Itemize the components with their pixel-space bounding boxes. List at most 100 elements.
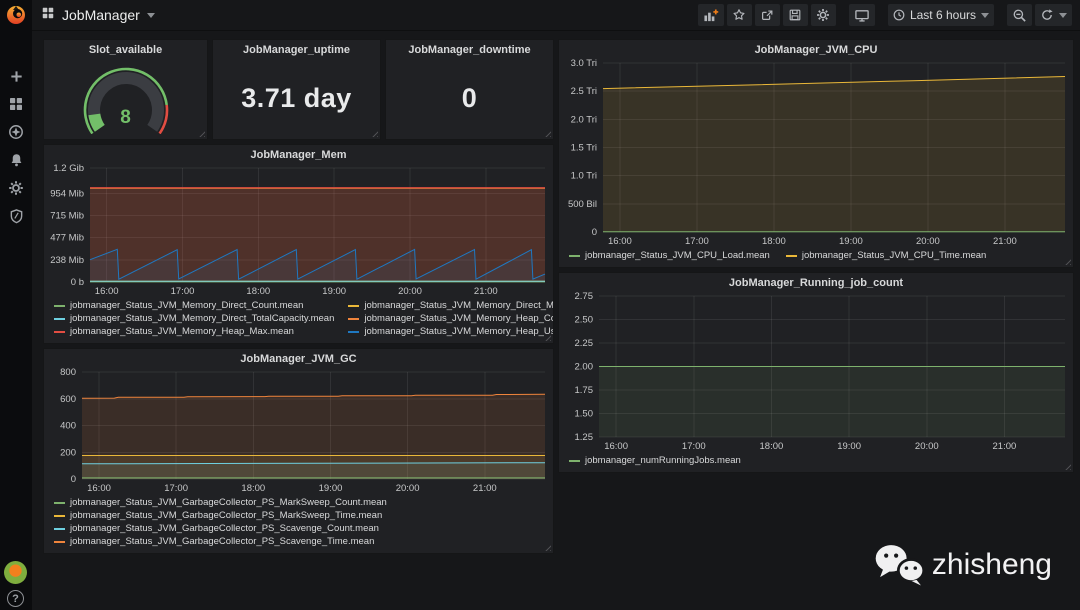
panel-jvm-cpu: JobManager_JVM_CPU 0 500 Bil 1.0 Tri 1.5 Tr…: [559, 40, 1073, 267]
svg-text:3.0 Tri: 3.0 Tri: [571, 58, 597, 69]
legend-item[interactable]: jobmanager_numRunningJobs.mean: [569, 454, 741, 467]
svg-text:21:00: 21:00: [474, 286, 498, 297]
svg-text:18:00: 18:00: [760, 441, 784, 452]
dashboard-title[interactable]: JobManager: [62, 7, 140, 23]
svg-text:715 Mib: 715 Mib: [50, 211, 84, 222]
svg-text:21:00: 21:00: [473, 483, 497, 494]
svg-text:17:00: 17:00: [171, 286, 195, 297]
legend-item[interactable]: jobmanager_Status_JVM_Memory_Direct_Coun…: [54, 299, 334, 312]
jobmanager-mem-chart[interactable]: 0 b 238 Mib 477 Mib 715 Mib 954 Mib 1.2 Gib 16…: [44, 162, 553, 297]
svg-text:19:00: 19:00: [837, 441, 861, 452]
cycle-view-mode-button[interactable]: [848, 4, 875, 26]
running-job-count-chart[interactable]: 1.25 1.50 1.75 2.00 2.25 2.50 2.75 16:00 17:00 18…: [559, 290, 1073, 452]
panel-title[interactable]: JobManager_Running_job_count: [559, 273, 1073, 290]
series-color-dash: [348, 330, 360, 333]
alerting-bell-icon[interactable]: [7, 152, 25, 168]
panel-title[interactable]: Slot_available: [44, 40, 207, 57]
series-color-dash: [54, 501, 65, 504]
jvm-cpu-chart[interactable]: 0 500 Bil 1.0 Tri 1.5 Tri 2.0 Tri 2.5 Tri 3.0 …: [559, 57, 1073, 247]
legend-item[interactable]: jobmanager_Status_JVM_GarbageCollector_P…: [54, 522, 387, 535]
panel-title[interactable]: JobManager_JVM_GC: [44, 349, 553, 366]
svg-text:17:00: 17:00: [682, 441, 706, 452]
legend-item[interactable]: jobmanager_Status_JVM_Memory_Direct_Memo…: [348, 299, 553, 312]
panel-title[interactable]: JobManager_JVM_CPU: [559, 40, 1073, 57]
watermark-text: zhisheng: [931, 548, 1052, 581]
configuration-gear-icon[interactable]: [7, 180, 25, 196]
user-avatar[interactable]: [4, 561, 27, 584]
svg-text:2.25: 2.25: [575, 338, 594, 349]
svg-text:1.2 Gib: 1.2 Gib: [53, 163, 84, 174]
panel-jobmanager-uptime: JobManager_uptime 3.71 day: [213, 40, 380, 139]
panel-slot-available: Slot_available 8: [44, 40, 207, 139]
server-admin-shield-icon[interactable]: [7, 208, 25, 224]
legend-item[interactable]: jobmanager_Status_JVM_Memory_Heap_Used.m…: [348, 325, 553, 338]
grafana-logo-icon[interactable]: [0, 0, 32, 30]
monitor-icon: [855, 9, 869, 22]
add-panel-icon: [704, 9, 719, 21]
panel-title[interactable]: JobManager_downtime: [386, 40, 553, 57]
chevron-down-icon[interactable]: [146, 12, 155, 18]
zoom-out-icon: [1013, 9, 1026, 22]
legend-item[interactable]: jobmanager_Status_JVM_CPU_Time.mean: [785, 249, 986, 262]
star-button[interactable]: [726, 4, 752, 26]
series-color-dash: [785, 254, 797, 257]
svg-text:2.0 Tri: 2.0 Tri: [571, 114, 597, 125]
grafana-logo-svg: [7, 6, 25, 24]
svg-text:2.00: 2.00: [575, 362, 594, 373]
save-button[interactable]: [782, 4, 808, 26]
share-button[interactable]: [754, 4, 780, 26]
svg-text:1.50: 1.50: [575, 409, 594, 420]
refresh-icon: [1042, 9, 1053, 20]
series-color-dash: [54, 540, 65, 543]
explore-compass-icon[interactable]: [7, 124, 25, 140]
panel-title[interactable]: JobManager_Mem: [44, 145, 553, 162]
svg-text:0: 0: [71, 474, 76, 485]
panel-running-job-count: JobManager_Running_job_count 1.25 1.50 1.7…: [559, 273, 1073, 472]
legend-item[interactable]: jobmanager_Status_JVM_GarbageCollector_P…: [54, 496, 387, 509]
wechat-icon: [875, 545, 926, 586]
series-color-dash: [54, 317, 65, 320]
share-icon: [762, 10, 773, 20]
panel-jobmanager-mem: JobManager_Mem 0 b 238 Mib 477 Mib 715 Mib 9…: [44, 145, 553, 343]
svg-text:18:00: 18:00: [762, 236, 786, 247]
series-color-dash: [54, 514, 65, 517]
help-icon[interactable]: ?: [7, 590, 24, 607]
star-icon: [733, 9, 746, 20]
time-range-label: Last 6 hours: [909, 8, 976, 22]
jvm-gc-legend: jobmanager_Status_JVM_GarbageCollector_P…: [44, 494, 553, 553]
svg-text:16:00: 16:00: [608, 236, 632, 247]
svg-text:20:00: 20:00: [915, 441, 939, 452]
settings-button[interactable]: [810, 4, 836, 26]
panel-jobmanager-downtime: JobManager_downtime 0: [386, 40, 553, 139]
svg-text:238 Mib: 238 Mib: [50, 255, 84, 266]
panel-title[interactable]: JobManager_uptime: [213, 40, 380, 57]
plus-icon[interactable]: [7, 68, 25, 84]
legend-item[interactable]: jobmanager_Status_JVM_CPU_Load.mean: [569, 249, 770, 262]
svg-text:21:00: 21:00: [993, 236, 1017, 247]
svg-text:200: 200: [60, 447, 76, 458]
add-panel-button[interactable]: [697, 4, 724, 26]
zoom-out-button[interactable]: [1007, 4, 1032, 26]
legend-item[interactable]: jobmanager_Status_JVM_GarbageCollector_P…: [54, 535, 387, 548]
svg-text:500 Bil: 500 Bil: [568, 199, 597, 210]
series-color-dash: [569, 459, 580, 462]
legend-item[interactable]: jobmanager_Status_JVM_Memory_Heap_Commit…: [348, 312, 553, 325]
help-glyph: ?: [12, 592, 19, 605]
svg-text:20:00: 20:00: [916, 236, 940, 247]
legend-item[interactable]: jobmanager_Status_JVM_Memory_Heap_Max.me…: [54, 325, 334, 338]
legend-item[interactable]: jobmanager_Status_JVM_GarbageCollector_P…: [54, 509, 387, 522]
dashboard-grid-icon[interactable]: [41, 6, 55, 25]
jvm-gc-chart[interactable]: 0 200 400 600 800 16:00 17:00 18:00 19:00 20:00 21…: [44, 366, 553, 494]
dashboards-icon[interactable]: [7, 96, 25, 112]
refresh-interval-caret-icon[interactable]: [1059, 12, 1067, 18]
svg-text:17:00: 17:00: [164, 483, 188, 494]
uptime-value: 3.71 day: [241, 82, 352, 113]
series-color-dash: [54, 304, 65, 307]
svg-text:19:00: 19:00: [839, 236, 863, 247]
refresh-button[interactable]: [1035, 4, 1072, 26]
legend-item[interactable]: jobmanager_Status_JVM_Memory_Direct_Tota…: [54, 312, 334, 325]
chevron-down-icon: [981, 12, 989, 18]
watermark: zhisheng: [874, 544, 1052, 586]
gear-icon: [817, 9, 830, 21]
time-range-picker[interactable]: Last 6 hours: [887, 4, 994, 26]
